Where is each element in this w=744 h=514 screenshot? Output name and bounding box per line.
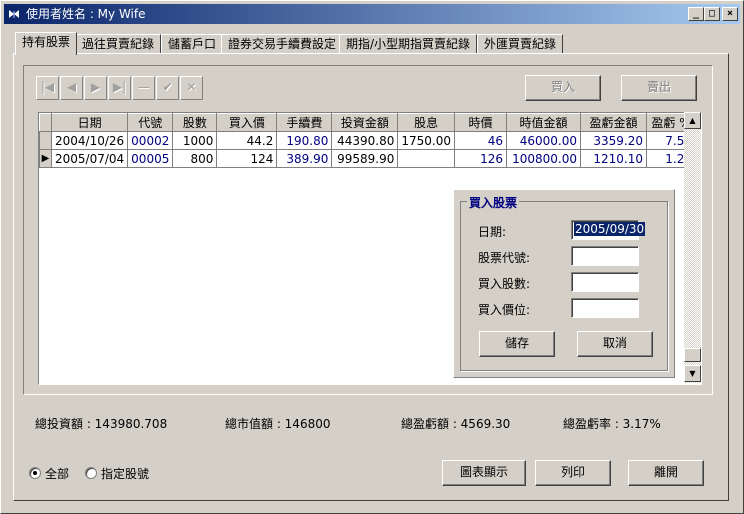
window-title: 使用者姓名 : My Wife <box>26 7 146 21</box>
shares-label: 買入股數: <box>478 277 531 291</box>
cell-investment[interactable]: 99589.90 <box>331 149 399 168</box>
column-header[interactable]: 買入價 <box>216 113 278 132</box>
total-market-value: 總市值額 : 146800 <box>225 417 331 431</box>
nav-next-button[interactable]: ▶ <box>84 76 107 100</box>
cell-date[interactable]: 2004/10/26 <box>50 131 129 150</box>
save-button[interactable]: 儲存 <box>479 331 555 357</box>
cell-market-value[interactable]: 46000.00 <box>505 131 581 150</box>
buy-price-label: 買入價位: <box>478 303 531 317</box>
column-header[interactable]: 時價 <box>453 113 507 132</box>
total-pnl-rate: 總盈虧率 : 3.17% <box>563 417 661 431</box>
column-header[interactable]: 投資金額 <box>331 113 399 132</box>
cell-code[interactable]: 00002 <box>127 131 174 150</box>
cell-shares[interactable]: 1000 <box>172 131 218 150</box>
column-header[interactable]: 日期 <box>50 113 129 132</box>
title-bar[interactable]: 使用者姓名 : My Wife _ □ × <box>4 4 740 24</box>
radio-selected-dot <box>33 471 37 475</box>
stock-code-field[interactable] <box>571 246 639 266</box>
vertical-scrollbar[interactable]: ▲ ▼ <box>684 112 701 383</box>
main-window: 使用者姓名 : My Wife _ □ × 持有股票 過往買賣紀錄 儲蓄戶口 證… <box>0 0 744 514</box>
column-header[interactable]: 股數 <box>172 113 218 132</box>
holdings-table: 日期 代號 股數 買入價 手續費 投資金額 股息 時價 時值金額 盈虧金額 盈虧… <box>39 113 696 168</box>
shares-field[interactable] <box>571 272 639 292</box>
column-header[interactable]: 股息 <box>397 113 455 132</box>
table-row[interactable]: 2004/10/26 00002 1000 44.2 190.80 44390.… <box>39 131 696 150</box>
cell-market-value[interactable]: 100800.00 <box>505 149 581 168</box>
radio-all-label[interactable]: 全部 <box>45 465 69 482</box>
chart-button[interactable]: 圖表顯示 <box>442 460 526 486</box>
stock-code-label: 股票代號: <box>478 251 531 265</box>
cell-fee[interactable]: 389.90 <box>276 149 333 168</box>
close-button[interactable]: × <box>722 7 738 21</box>
cell-shares[interactable]: 800 <box>172 149 218 168</box>
radio-specific-label[interactable]: 指定股號 <box>101 465 149 482</box>
cell-fee[interactable]: 190.80 <box>276 131 333 150</box>
row-indicator <box>39 131 52 150</box>
cell-pnl[interactable]: 3359.20 <box>579 131 647 150</box>
app-butterfly-icon <box>9 10 19 18</box>
exit-button[interactable]: 離開 <box>628 460 704 486</box>
sell-button[interactable]: 賣出 <box>621 75 697 101</box>
date-value: 2005/09/30 <box>574 222 646 236</box>
buy-price-field[interactable] <box>571 298 639 318</box>
column-header[interactable]: 手續費 <box>276 113 333 132</box>
tab-savings-account[interactable]: 儲蓄戶口 <box>161 34 224 54</box>
maximize-button[interactable]: □ <box>704 7 720 21</box>
tab-trade-history[interactable]: 過往買賣紀錄 <box>75 34 162 54</box>
table-header-row: 日期 代號 股數 買入價 手續費 投資金額 股息 時價 時值金額 盈虧金額 盈虧… <box>39 113 696 132</box>
scroll-up-icon[interactable]: ▲ <box>684 112 701 129</box>
nav-first-button[interactable]: |◀ <box>36 76 59 100</box>
current-row-marker: ▶ <box>39 149 52 168</box>
total-investment: 總投資額 : 143980.708 <box>35 417 168 431</box>
date-label: 日期: <box>478 225 507 239</box>
nav-prior-button[interactable]: ◀ <box>60 76 83 100</box>
buy-button[interactable]: 買入 <box>525 75 601 101</box>
cell-buy-price[interactable]: 44.2 <box>216 131 278 150</box>
print-button[interactable]: 列印 <box>535 460 611 486</box>
cell-code[interactable]: 00005 <box>127 149 174 168</box>
date-field[interactable]: 2005/09/30 <box>571 220 646 240</box>
nav-delete-button[interactable]: — <box>132 76 155 100</box>
cell-market-price[interactable]: 126 <box>453 149 507 168</box>
radio-all[interactable] <box>29 467 41 479</box>
column-header[interactable]: 代號 <box>127 113 174 132</box>
total-pnl: 總盈虧額 : 4569.30 <box>401 417 511 431</box>
scroll-thumb[interactable] <box>684 348 701 362</box>
tab-holdings[interactable]: 持有股票 <box>15 32 78 55</box>
cell-pnl[interactable]: 1210.10 <box>579 149 647 168</box>
cell-dividend[interactable] <box>397 149 455 168</box>
scroll-down-icon[interactable]: ▼ <box>684 365 701 382</box>
cell-investment[interactable]: 44390.80 <box>331 131 399 150</box>
tab-fee-settings[interactable]: 證券交易手續費設定 <box>221 34 344 54</box>
nav-cancel-button[interactable]: ✕ <box>180 76 203 100</box>
cell-market-price[interactable]: 46 <box>453 131 507 150</box>
cell-dividend[interactable]: 1750.00 <box>397 131 455 150</box>
column-header[interactable]: 時值金額 <box>505 113 581 132</box>
column-header[interactable]: 盈虧金額 <box>579 113 647 132</box>
nav-post-button[interactable]: ✔ <box>156 76 179 100</box>
row-indicator-header <box>39 113 52 132</box>
nav-last-button[interactable]: ▶| <box>108 76 131 100</box>
cancel-button[interactable]: 取消 <box>577 331 653 357</box>
cell-buy-price[interactable]: 124 <box>216 149 278 168</box>
table-row[interactable]: ▶ 2005/07/04 00005 800 124 389.90 99589.… <box>39 149 696 168</box>
tab-forex-history[interactable]: 外匯買賣紀錄 <box>477 34 564 54</box>
tab-futures-history[interactable]: 期指/小型期指買賣紀錄 <box>339 34 478 54</box>
radio-specific-stock[interactable] <box>85 467 97 479</box>
cell-date[interactable]: 2005/07/04 <box>50 149 129 168</box>
buy-stock-title: 買入股票 <box>467 194 520 211</box>
minimize-button[interactable]: _ <box>688 7 704 21</box>
